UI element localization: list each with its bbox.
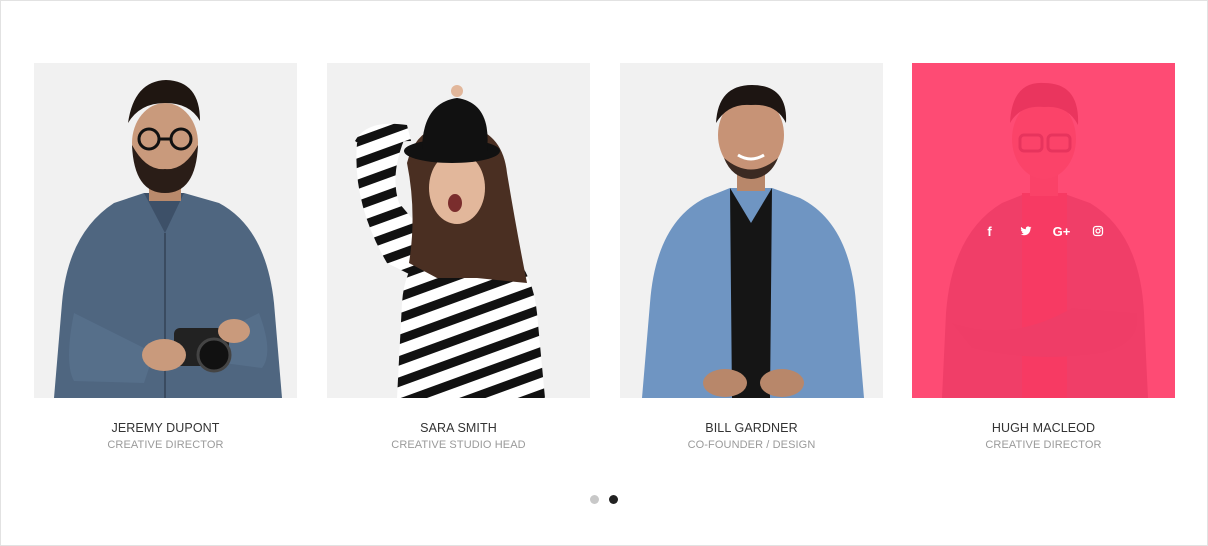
carousel-dot-2[interactable] bbox=[609, 495, 618, 504]
team-photo[interactable] bbox=[620, 63, 883, 398]
team-card-bill[interactable]: BILL GARDNER CO-FOUNDER / DESIGN bbox=[620, 63, 883, 451]
team-photo[interactable] bbox=[327, 63, 590, 398]
member-name: BILL GARDNER bbox=[705, 421, 798, 435]
member-role: CREATIVE STUDIO HEAD bbox=[391, 439, 526, 451]
team-section: JEREMY DUPONT CREATIVE DIRECTOR SARA SMI… bbox=[0, 0, 1208, 546]
instagram-icon[interactable] bbox=[1087, 220, 1109, 242]
member-name: JEREMY DUPONT bbox=[111, 421, 220, 435]
facebook-icon[interactable]: f bbox=[979, 220, 1001, 242]
member-name: HUGH MACLEOD bbox=[991, 421, 1096, 435]
google-plus-icon[interactable]: G+ bbox=[1051, 220, 1073, 242]
person-photo bbox=[54, 80, 282, 398]
member-name: SARA SMITH bbox=[420, 421, 497, 435]
team-photo[interactable]: f G+ bbox=[912, 63, 1175, 398]
member-role: CREATIVE DIRECTOR bbox=[985, 439, 1102, 451]
person-photo bbox=[642, 85, 864, 398]
social-links: f G+ bbox=[912, 220, 1175, 242]
twitter-icon[interactable] bbox=[1015, 220, 1037, 242]
team-card-sara[interactable]: SARA SMITH CREATIVE STUDIO HEAD bbox=[327, 63, 590, 451]
person-photo bbox=[355, 85, 545, 398]
member-role: CO-FOUNDER / DESIGN bbox=[687, 439, 816, 451]
team-card-hugh[interactable]: f G+ HUGH MACLEOD CREATIVE DIRECTOR bbox=[912, 63, 1175, 451]
team-photo[interactable] bbox=[34, 63, 297, 398]
carousel-dot-1[interactable] bbox=[590, 495, 599, 504]
hover-overlay: f G+ bbox=[912, 63, 1175, 398]
carousel-pagination bbox=[590, 495, 618, 504]
team-card-jeremy[interactable]: JEREMY DUPONT CREATIVE DIRECTOR bbox=[34, 63, 297, 451]
member-role: CREATIVE DIRECTOR bbox=[107, 439, 224, 451]
